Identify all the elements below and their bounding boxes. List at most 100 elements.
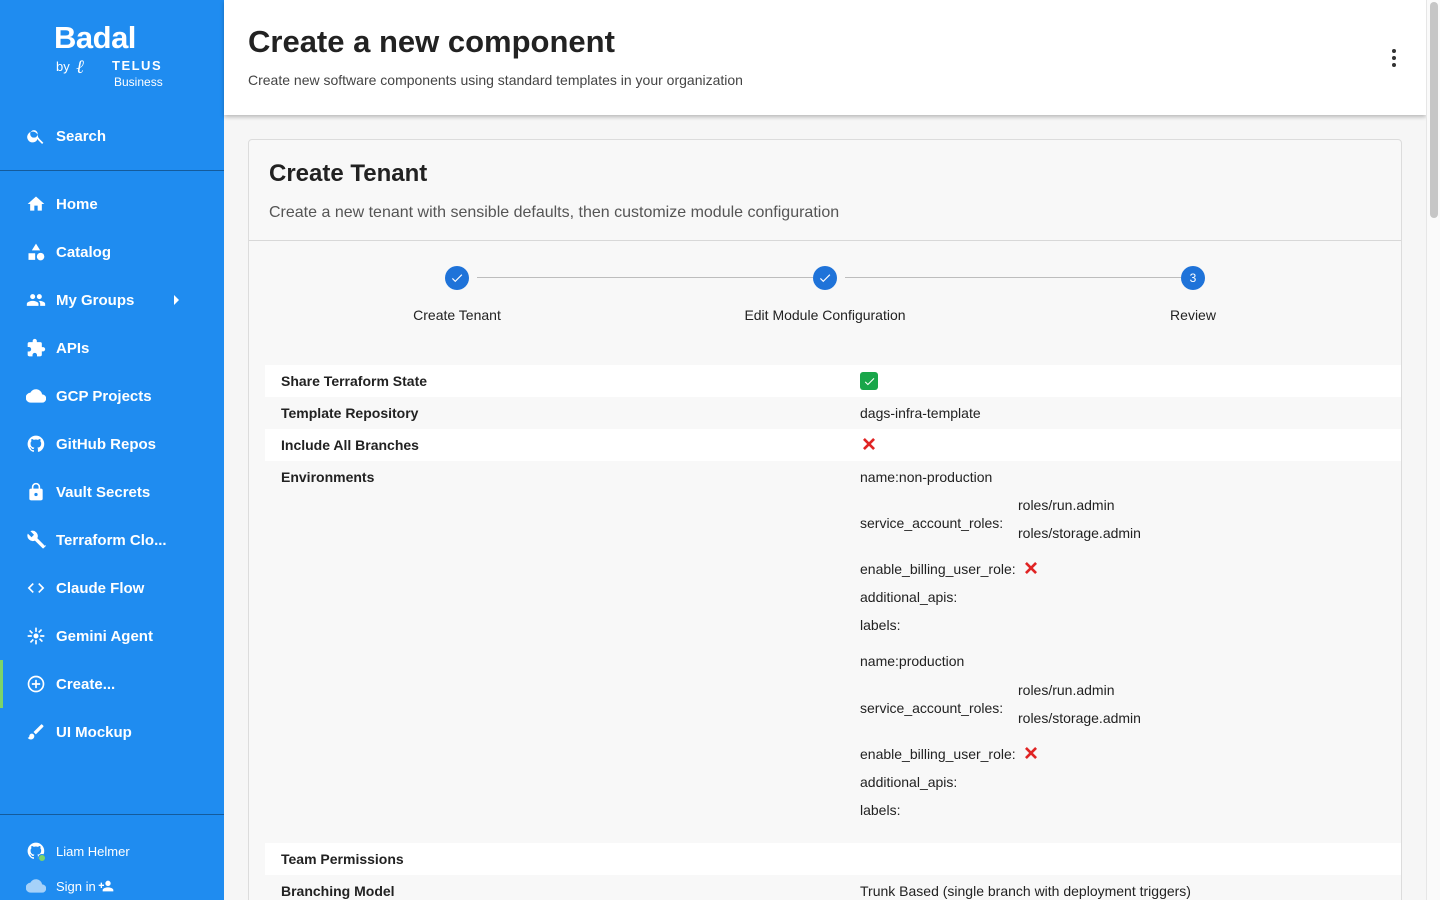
sidebar-item-gemini-agent[interactable]: Gemini Agent [0, 612, 224, 660]
telus-mark-icon: ℓ [76, 56, 84, 78]
env-sa-role: roles/storage.admin [1018, 525, 1141, 541]
step-complete-icon [445, 266, 469, 290]
wrench-icon [24, 528, 48, 552]
sidebar-item-apis[interactable]: APIs [0, 324, 224, 372]
env-name: name:non-production [860, 469, 993, 485]
env-billing-label: enable_billing_user_role: [860, 561, 1016, 577]
github-icon [24, 432, 48, 456]
sidebar-item-gcp-projects[interactable]: GCP Projects [0, 372, 224, 420]
cloud-icon [24, 384, 48, 408]
step-connector [845, 277, 1181, 278]
sidebar-item-label: Catalog [56, 243, 112, 261]
expand-arrow-icon[interactable] [174, 295, 179, 305]
false-cross-icon [1025, 747, 1037, 759]
sidebar-item-label: Create... [56, 675, 116, 693]
review-key: Environments [281, 469, 375, 485]
false-cross-icon [1025, 562, 1037, 574]
env-labels-label: labels: [860, 802, 901, 818]
catalog-icon [24, 240, 48, 264]
sidebar-item-label: UI Mockup [56, 723, 132, 741]
sign-in-label: Sign in [56, 878, 96, 894]
badal-logo[interactable]: Badal by ℓ TELUS Business [54, 20, 184, 92]
step-label: Create Tenant [413, 307, 501, 323]
env-sa-role: roles/storage.admin [1018, 710, 1141, 726]
home-icon [24, 192, 48, 216]
review-row-template-repo: Template Repository dags-infra-template [265, 397, 1401, 429]
env-sa-roles-label: service_account_roles: [860, 700, 1004, 716]
step-connector [477, 277, 813, 278]
sidebar-footer-divider [0, 814, 224, 815]
sidebar-item-claude-flow[interactable]: Claude Flow [0, 564, 224, 612]
sidebar-item-home[interactable]: Home [0, 180, 224, 228]
page-header: Create a new component Create new softwa… [224, 0, 1426, 115]
create-tenant-card: Create Tenant Create a new tenant with s… [248, 139, 1402, 900]
sidebar-item-ui-mockup[interactable]: UI Mockup [0, 708, 224, 756]
review-value: dags-infra-template [860, 405, 981, 421]
env-sa-role: roles/run.admin [1018, 497, 1115, 513]
sidebar-item-label: Vault Secrets [56, 483, 151, 501]
lock-icon [24, 480, 48, 504]
sidebar-item-create[interactable]: Create... [0, 660, 224, 708]
sidebar-item-github-repos[interactable]: GitHub Repos [0, 420, 224, 468]
review-row-share-state: Share Terraform State [265, 365, 1401, 397]
env-apis-label: additional_apis: [860, 589, 958, 605]
online-status-dot [38, 854, 46, 862]
sidebar-item-label: Home [56, 195, 98, 213]
page-subtitle: Create new software components using sta… [248, 72, 743, 88]
brush-icon [24, 720, 48, 744]
review-key: Share Terraform State [281, 373, 428, 389]
sidebar-item-label: Claude Flow [56, 579, 145, 597]
cloud-icon [24, 874, 48, 898]
search-icon [24, 124, 48, 148]
sidebar-sign-in[interactable]: Sign in [0, 871, 224, 900]
step-complete-icon [813, 266, 837, 290]
review-row-include-branches: Include All Branches [265, 429, 1401, 461]
sidebar-item-terraform-cloud[interactable]: Terraform Clo... [0, 516, 224, 564]
step-label: Edit Module Configuration [744, 307, 906, 323]
add-user-icon[interactable] [98, 878, 114, 894]
env-billing-label: enable_billing_user_role: [860, 746, 1016, 762]
review-key: Branching Model [281, 883, 395, 899]
review-row-environments: Environments name:non-production service… [265, 461, 1401, 843]
sidebar-item-vault-secrets[interactable]: Vault Secrets [0, 468, 224, 516]
env-name: name:production [860, 653, 965, 669]
env-apis-label: additional_apis: [860, 774, 958, 790]
sidebar-divider [0, 170, 224, 171]
card-title: Create Tenant [269, 160, 428, 187]
code-icon [24, 576, 48, 600]
env-sa-roles-label: service_account_roles: [860, 515, 1004, 531]
sidebar-search[interactable]: Search [0, 114, 224, 158]
user-name: Liam Helmer [56, 843, 130, 859]
card-divider [249, 240, 1401, 241]
sparkle-icon [24, 624, 48, 648]
step-number: 3 [1181, 266, 1205, 290]
review-row-branching-model: Branching Model Trunk Based (single bran… [265, 875, 1401, 900]
scrollbar[interactable] [1426, 0, 1440, 900]
false-cross-icon [860, 435, 878, 456]
sidebar-item-label: APIs [56, 339, 90, 357]
sidebar-item-label: GitHub Repos [56, 435, 156, 453]
sidebar-item-label: Terraform Clo... [56, 531, 167, 549]
sidebar-item-my-groups[interactable]: My Groups [0, 276, 224, 324]
sidebar-item-label: GCP Projects [56, 387, 152, 405]
sidebar-item-catalog[interactable]: Catalog [0, 228, 224, 276]
more-options-icon[interactable] [1384, 46, 1404, 70]
card-subtitle: Create a new tenant with sensible defaul… [269, 204, 840, 221]
groups-icon [24, 288, 48, 312]
env-labels-label: labels: [860, 617, 901, 633]
add-circle-icon [24, 672, 48, 696]
logo-by: by [56, 59, 70, 74]
review-row-team-permissions: Team Permissions [265, 843, 1401, 875]
review-key: Template Repository [281, 405, 419, 421]
sidebar: Badal by ℓ TELUS Business Search Home Ca… [0, 0, 224, 900]
logo-business: Business [114, 75, 163, 89]
sidebar-user[interactable]: Liam Helmer [0, 836, 224, 866]
sidebar-item-label: Gemini Agent [56, 627, 153, 645]
review-key: Include All Branches [281, 437, 419, 453]
logo-brand: Badal [54, 20, 136, 55]
review-key: Team Permissions [281, 851, 404, 867]
search-label: Search [56, 127, 107, 145]
review-value: Trunk Based (single branch with deployme… [860, 883, 1191, 899]
scrollbar-thumb[interactable] [1430, 2, 1438, 218]
page-title: Create a new component [248, 24, 615, 59]
